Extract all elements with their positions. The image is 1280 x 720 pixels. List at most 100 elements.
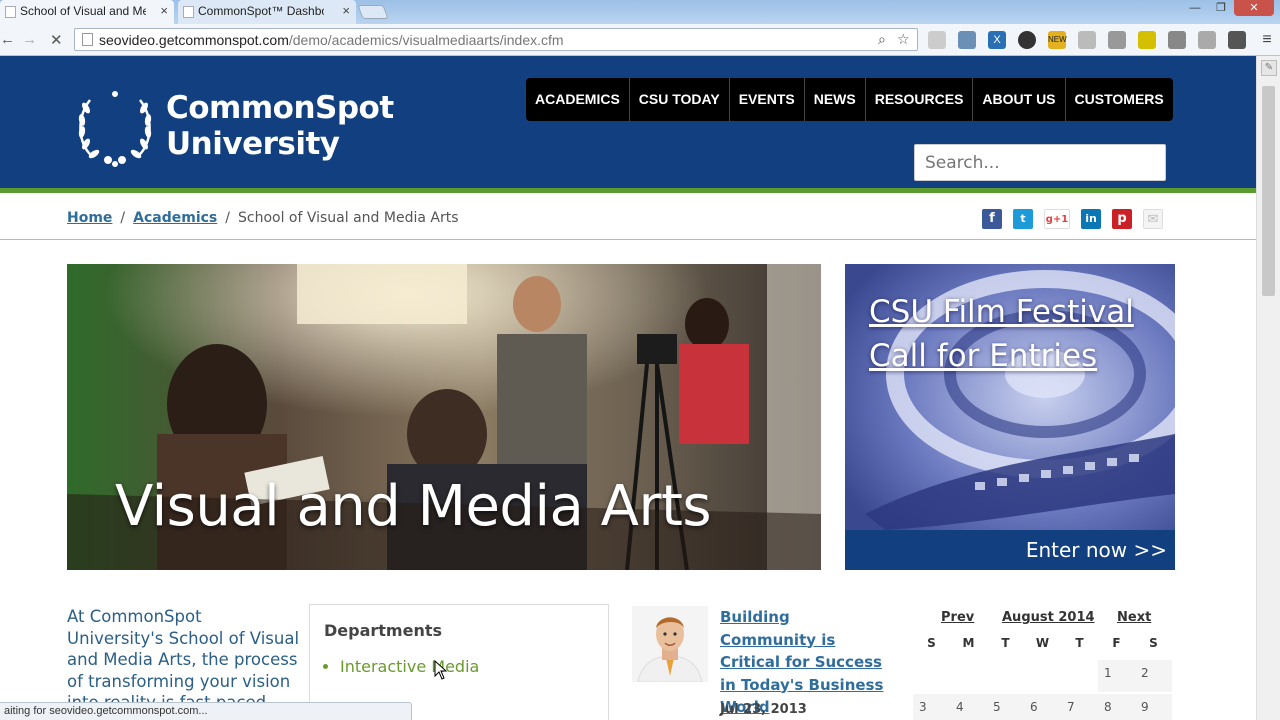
scrollbar-thumb[interactable]	[1262, 86, 1275, 296]
news-avatar[interactable]	[632, 606, 708, 682]
news-date: Jul 23, 2013	[720, 702, 807, 717]
extension-hand-icon[interactable]	[1168, 31, 1186, 49]
film-festival-promo[interactable]: CSU Film Festival Call for Entries Enter…	[845, 264, 1175, 570]
enter-now-button[interactable]: Enter now >>	[845, 530, 1175, 570]
calendar-prev-link[interactable]: Prev	[941, 610, 974, 625]
logo-line-2: University	[166, 126, 340, 162]
cast-icon[interactable]	[1198, 31, 1216, 49]
browser-tab-dashboard[interactable]: CommonSpot™ Dashboar ×	[178, 0, 356, 24]
extension-device-icon[interactable]	[1138, 31, 1156, 49]
extension-circle-icon[interactable]	[1018, 31, 1036, 49]
breadcrumb-separator: /	[225, 210, 230, 226]
close-icon[interactable]: ×	[160, 3, 168, 18]
close-icon[interactable]: ×	[342, 3, 350, 18]
forward-icon[interactable]: →	[22, 31, 37, 48]
calendar-day[interactable]: 3	[913, 694, 950, 720]
weekday-label: W	[1035, 636, 1050, 650]
search-input[interactable]	[914, 144, 1166, 181]
site-header: CommonSpot University ACADEMICS CSU TODA…	[0, 56, 1256, 193]
extension-more-icon[interactable]	[1228, 31, 1246, 49]
nav-academics[interactable]: ACADEMICS	[526, 78, 630, 121]
pencil-icon[interactable]: ✎	[1261, 60, 1277, 76]
department-item: Interactive Media	[340, 657, 479, 676]
extension-x-icon[interactable]: X	[988, 31, 1006, 49]
twitter-icon[interactable]: t	[1013, 209, 1033, 229]
pinterest-icon[interactable]: p	[1112, 209, 1132, 229]
promo-title-link[interactable]: CSU Film Festival Call for Entries	[869, 290, 1159, 378]
weekday-label: T	[1075, 636, 1084, 650]
google-plus-icon[interactable]: g+1	[1044, 209, 1070, 229]
calendar-empty-cell	[950, 660, 987, 692]
calendar-empty-cell	[987, 660, 1024, 692]
calendar-day[interactable]: 8	[1098, 694, 1135, 720]
calendar-month-link[interactable]: August 2014	[1002, 610, 1095, 625]
nav-events[interactable]: EVENTS	[730, 78, 805, 121]
browser-toolbar: ← → ✕ seovideo.getcommonspot.com/demo/ac…	[0, 24, 1280, 56]
web-page: CommonSpot University ACADEMICS CSU TODA…	[0, 56, 1256, 720]
extension-icons: X NEW ≡	[928, 31, 1276, 49]
back-icon[interactable]: ←	[0, 31, 15, 48]
nav-csu-today[interactable]: CSU TODAY	[630, 78, 730, 121]
weekday-label: F	[1112, 636, 1121, 650]
eyedropper-icon[interactable]	[1078, 31, 1096, 49]
breadcrumb-home[interactable]: Home	[67, 210, 112, 226]
url-text: seovideo.getcommonspot.com/demo/academic…	[99, 32, 564, 48]
browser-tab-bar: School of Visual and Medi × CommonSpot™ …	[0, 0, 1280, 24]
hero-title: Visual and Media Arts	[115, 474, 712, 539]
extension-new-badge[interactable]: NEW	[1048, 31, 1067, 49]
calendar-day[interactable]: 5	[987, 694, 1024, 720]
departments-title: Departments	[324, 621, 443, 640]
extension-photo-icon[interactable]	[958, 31, 976, 49]
restore-icon[interactable]: ❐	[1208, 0, 1234, 16]
tab-title: CommonSpot™ Dashboar	[198, 4, 324, 18]
nav-news[interactable]: NEWS	[805, 78, 866, 121]
stop-icon[interactable]: ✕	[50, 31, 63, 49]
breadcrumb-separator: /	[120, 210, 126, 226]
window-controls: — ❐ ✕	[1182, 0, 1274, 16]
calendar-day[interactable]: 6	[1024, 694, 1061, 720]
main-navigation: ACADEMICS CSU TODAY EVENTS NEWS RESOURCE…	[526, 78, 1173, 121]
nav-customers[interactable]: CUSTOMERS	[1066, 78, 1173, 121]
window-close-icon[interactable]: ✕	[1234, 0, 1274, 16]
calendar-empty-cell	[1024, 660, 1061, 692]
extension-tools-icon[interactable]	[1108, 31, 1126, 49]
address-bar[interactable]: seovideo.getcommonspot.com/demo/academic…	[74, 28, 918, 51]
browser-tab-active[interactable]: School of Visual and Medi ×	[0, 0, 174, 24]
breadcrumb-academics[interactable]: Academics	[133, 210, 217, 226]
departments-list: Interactive Media	[340, 657, 479, 676]
calendar-week-2: 3 4 5 6 7 8 9	[913, 694, 1175, 720]
linkedin-icon[interactable]: in	[1081, 209, 1101, 229]
calendar-day[interactable]: 2	[1135, 660, 1172, 692]
bookmark-star-icon[interactable]: ☆	[897, 31, 910, 48]
new-tab-button[interactable]	[357, 5, 389, 19]
page-icon	[183, 6, 194, 18]
calendar-day[interactable]: 1	[1098, 660, 1135, 692]
calendar-header: Prev August 2014 Next	[913, 608, 1175, 628]
man-portrait-image	[632, 606, 708, 682]
social-share: f t g+1 in p ✉	[982, 209, 1163, 229]
facebook-icon[interactable]: f	[982, 209, 1002, 229]
hero-banner: Visual and Media Arts	[67, 264, 821, 570]
calendar-day[interactable]: 4	[950, 694, 987, 720]
weekday-label: M	[962, 636, 975, 650]
department-link-interactive-media[interactable]: Interactive Media	[340, 657, 479, 676]
page-icon	[82, 33, 93, 46]
email-icon[interactable]: ✉	[1143, 209, 1163, 229]
zoom-icon[interactable]: ⌕	[878, 31, 886, 48]
extension-page-icon[interactable]	[928, 31, 946, 49]
calendar-day[interactable]: 9	[1135, 694, 1172, 720]
breadcrumb-bar: Home / Academics / School of Visual and Medi…	[0, 198, 1256, 240]
minimize-icon[interactable]: —	[1182, 0, 1208, 16]
calendar-day[interactable]: 7	[1061, 694, 1098, 720]
nav-about-us[interactable]: ABOUT US	[973, 78, 1066, 121]
laurel-wreath-icon	[78, 91, 152, 167]
breadcrumb: Home / Academics / School of Visual and Medi…	[67, 210, 459, 226]
calendar-empty-cell	[913, 660, 950, 692]
menu-icon[interactable]: ≡	[1258, 31, 1276, 49]
page-scrollbar[interactable]: ✎	[1256, 56, 1280, 720]
nav-resources[interactable]: RESOURCES	[866, 78, 974, 121]
calendar-next-link[interactable]: Next	[1117, 610, 1151, 625]
weekday-label: S	[927, 636, 936, 650]
site-logo[interactable]: CommonSpot University	[166, 90, 394, 162]
loading-icon	[5, 6, 16, 18]
